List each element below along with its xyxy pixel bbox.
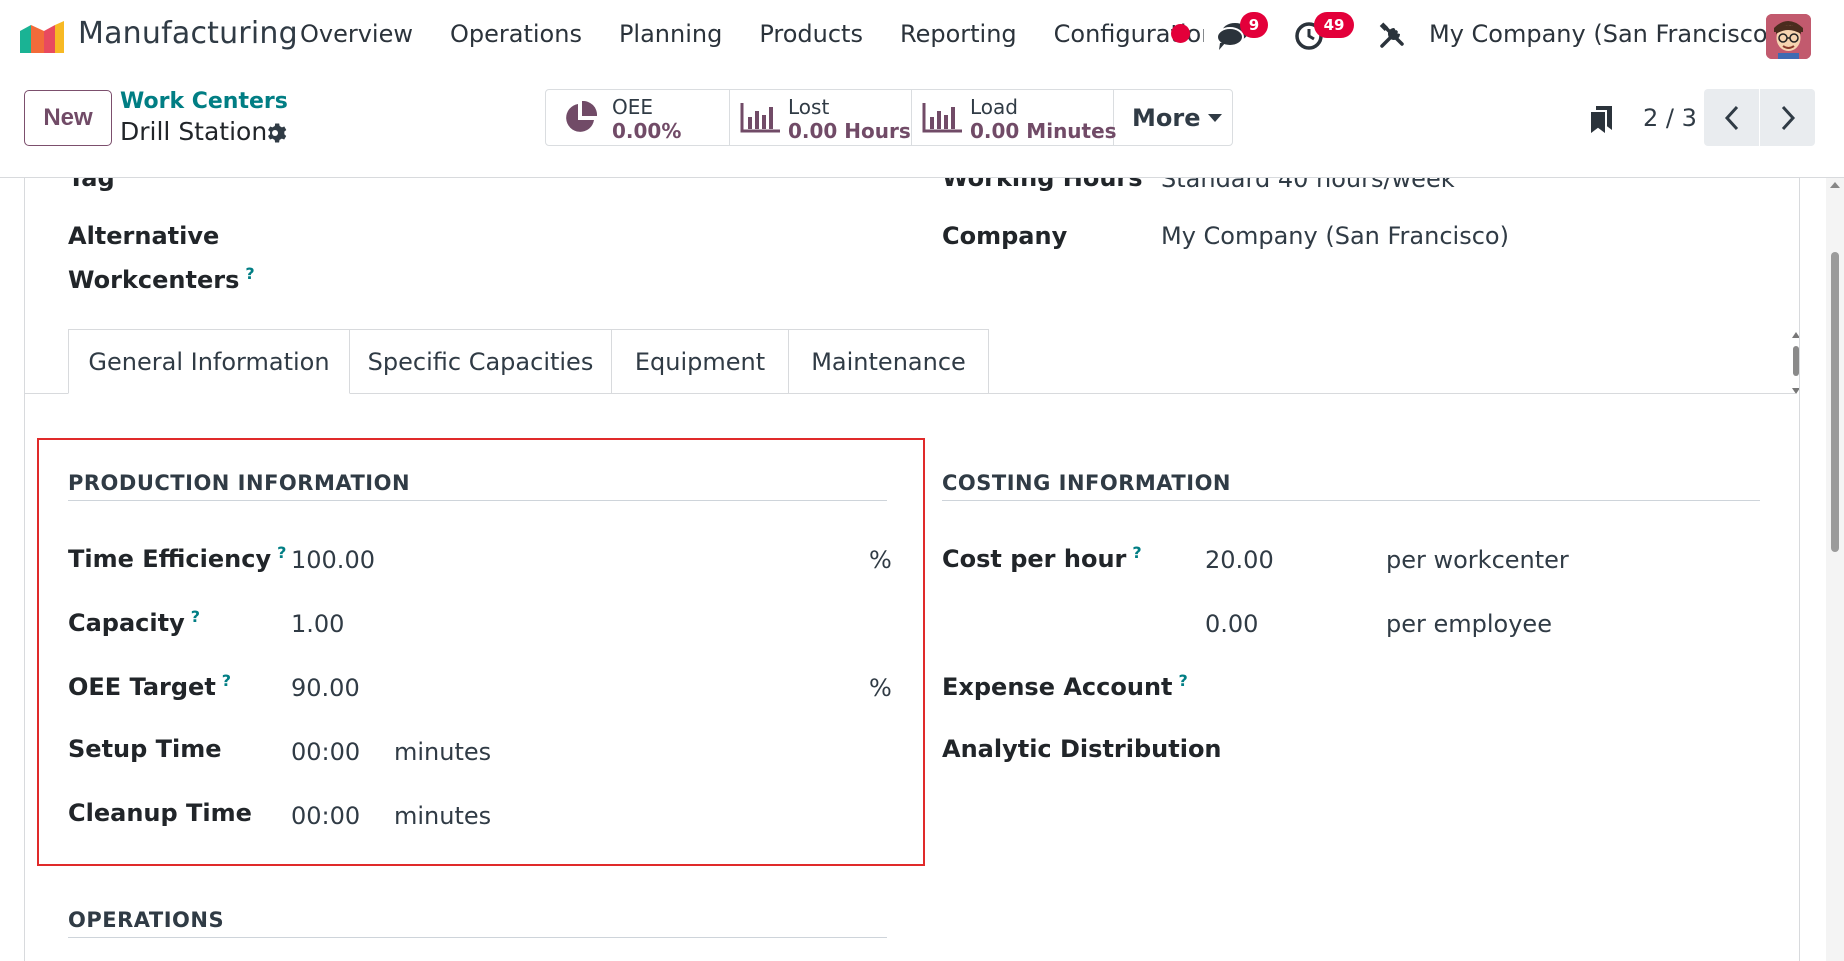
menu-operations[interactable]: Operations (450, 20, 582, 48)
breadcrumb-current-record: Drill Station (120, 117, 268, 146)
caret-down-icon (1208, 113, 1223, 122)
tools-icon[interactable] (1378, 22, 1406, 50)
help-icon[interactable]: ? (1179, 671, 1188, 690)
per-employee-unit: per employee (1386, 610, 1552, 638)
tag-label: Tag (68, 178, 115, 192)
capacity-field[interactable]: 1.00 (291, 610, 344, 638)
app-name[interactable]: Manufacturing (78, 16, 298, 51)
tab-equipment[interactable]: Equipment (612, 329, 789, 394)
minutes-unit: minutes (394, 802, 492, 830)
cost-per-hour-field[interactable]: 20.00 (1205, 546, 1274, 574)
company-label: Company (942, 222, 1068, 250)
section-divider (942, 500, 1760, 501)
costing-information-title: COSTING INFORMATION (942, 471, 1231, 495)
lost-stat-button[interactable]: Lost 0.00 Hours (730, 90, 912, 145)
load-value: 0.00 Minutes (970, 119, 1117, 143)
setup-time-label: Setup Time (68, 735, 222, 763)
chevron-right-icon (1781, 105, 1795, 130)
menu-overview[interactable]: Overview (300, 20, 413, 48)
manufacturing-app-icon[interactable] (18, 19, 66, 53)
pager-value[interactable]: 2 / 3 (1643, 104, 1697, 132)
production-information-title: PRODUCTION INFORMATION (68, 471, 411, 495)
bar-chart-icon (922, 103, 962, 133)
smart-buttons: OEE 0.00% Lost 0.00 Hours Load 0.00 Minu… (545, 89, 1233, 146)
tab-general-information[interactable]: General Information (68, 329, 350, 394)
alternative-workcenters-label: Alternative Workcenters? (68, 222, 255, 294)
per-workcenter-unit: per workcenter (1386, 546, 1569, 574)
help-icon[interactable]: ? (222, 671, 231, 690)
load-stat-button[interactable]: Load 0.00 Minutes (912, 90, 1117, 145)
pager-previous-button[interactable] (1704, 89, 1759, 146)
operations-title: OPERATIONS (68, 908, 225, 932)
section-divider (68, 500, 887, 501)
time-efficiency-label: Time Efficiency? (68, 543, 287, 573)
tab-specific-capacities[interactable]: Specific Capacities (350, 329, 612, 394)
minutes-unit: minutes (394, 738, 492, 766)
notebook-tabs: General Information Specific Capacities … (68, 329, 989, 394)
analytic-distribution-label: Analytic Distribution (942, 735, 1222, 763)
form-sheet: Tag Working Hours Standard 40 hours/week… (24, 178, 1800, 961)
oee-label: OEE (612, 95, 654, 119)
messages-badge: 9 (1240, 12, 1268, 38)
menu-products[interactable]: Products (759, 20, 863, 48)
activities-badge: 49 (1314, 12, 1354, 38)
oee-stat-button[interactable]: OEE 0.00% (546, 90, 730, 145)
lost-value: 0.00 Hours (788, 119, 911, 143)
help-icon[interactable]: ? (277, 543, 286, 562)
company-switcher[interactable]: My Company (San Francisco) (1429, 20, 1777, 48)
employee-cost-field[interactable]: 0.00 (1205, 610, 1258, 638)
pie-chart-icon (566, 101, 597, 132)
inner-scrollbar[interactable] (1789, 332, 1800, 394)
pager-next-button[interactable] (1760, 89, 1815, 146)
tab-maintenance[interactable]: Maintenance (789, 329, 989, 394)
working-hours-field[interactable]: Standard 40 hours/week (1161, 178, 1455, 193)
bar-chart-icon (740, 103, 780, 133)
menu-reporting[interactable]: Reporting (900, 20, 1017, 48)
new-button[interactable]: New (24, 90, 112, 146)
more-label: More (1132, 103, 1201, 132)
more-dropdown[interactable]: More (1114, 90, 1232, 145)
oee-target-field[interactable]: 90.00 (291, 674, 360, 702)
user-avatar[interactable] (1766, 14, 1811, 59)
top-navbar: Manufacturing Overview Operations Planni… (0, 0, 1844, 72)
expense-account-label: Expense Account? (942, 671, 1188, 701)
main-menu: Overview Operations Planning Products Re… (300, 20, 1204, 48)
oee-value: 0.00% (612, 119, 682, 143)
cleanup-time-field[interactable]: 00:00 (291, 802, 360, 830)
cleanup-time-label: Cleanup Time (68, 799, 252, 827)
gear-icon[interactable] (263, 121, 287, 145)
chevron-left-icon (1724, 105, 1738, 130)
lost-label: Lost (788, 95, 830, 119)
percent-unit: % (869, 674, 892, 702)
setup-time-field[interactable]: 00:00 (291, 738, 360, 766)
bookmark-icon[interactable] (1588, 104, 1614, 136)
help-icon[interactable]: ? (191, 607, 200, 626)
company-field[interactable]: My Company (San Francisco) (1161, 222, 1509, 250)
menu-planning[interactable]: Planning (619, 20, 722, 48)
help-icon[interactable]: ? (245, 264, 254, 283)
cost-per-hour-label: Cost per hour? (942, 543, 1142, 573)
oee-target-label: OEE Target? (68, 671, 232, 701)
capacity-label: Capacity? (68, 607, 201, 637)
recording-dot-icon (1171, 24, 1190, 43)
control-panel: New Work Centers Drill Station OEE 0.00%… (0, 72, 1844, 178)
time-efficiency-field[interactable]: 100.00 (291, 546, 375, 574)
help-icon[interactable]: ? (1132, 543, 1141, 562)
page-scrollbar[interactable] (1826, 178, 1844, 961)
load-label: Load (970, 95, 1018, 119)
percent-unit: % (869, 546, 892, 574)
breadcrumb-work-centers[interactable]: Work Centers (120, 89, 288, 114)
section-divider (68, 937, 887, 938)
working-hours-label: Working Hours (942, 178, 1143, 192)
